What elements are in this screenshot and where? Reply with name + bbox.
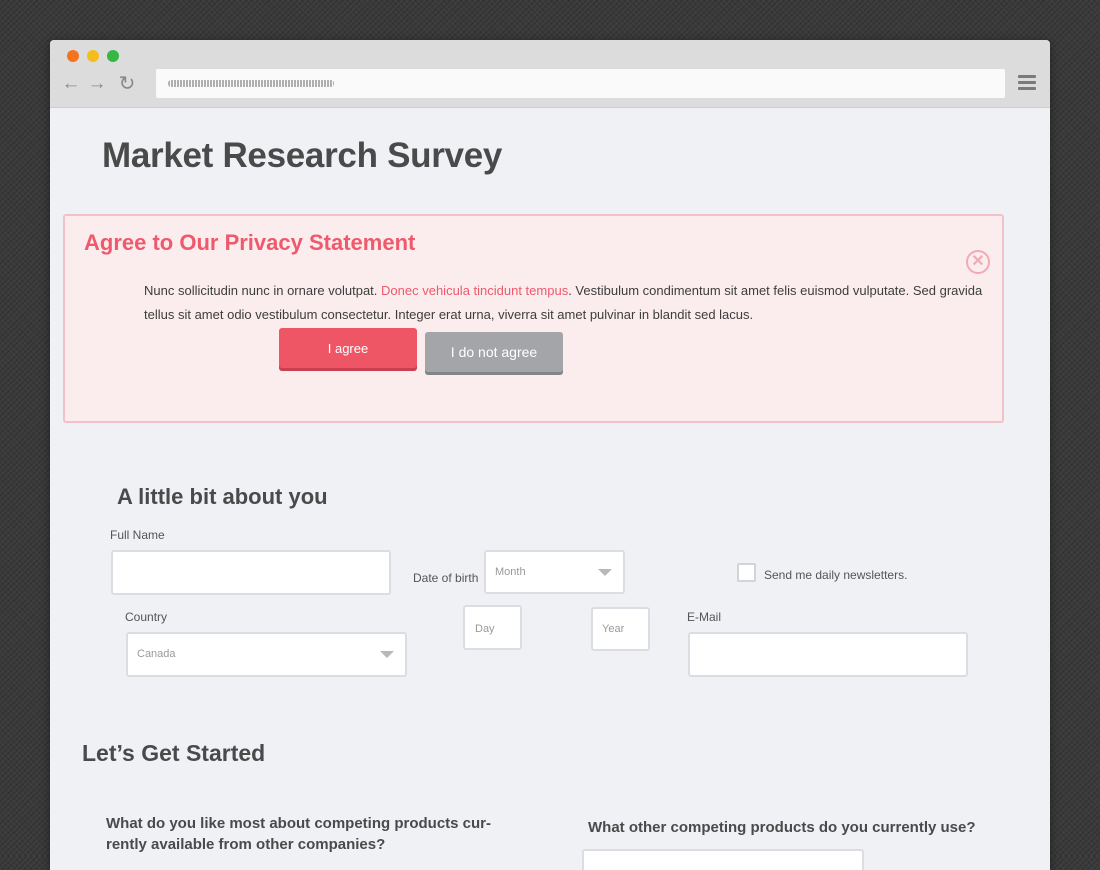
email-label: E-Mail <box>687 610 722 624</box>
alert-text-start: Nunc sollicitudin nunc in ornare volutpa… <box>144 283 382 298</box>
alert-link[interactable]: Donec vehicula tincidunt tempus <box>381 283 568 298</box>
page-title: Market Research Survey <box>102 136 503 175</box>
browser-window: ← → ↻ Market Research Survey Agree to Ou… <box>50 40 1050 870</box>
month-select[interactable]: Month <box>484 550 625 594</box>
month-value: Month <box>495 566 526 578</box>
page-content: Market Research Survey Agree to Our Priv… <box>50 108 1050 870</box>
browser-toolbar: ← → ↻ <box>50 40 1050 108</box>
chevron-down-icon <box>598 569 612 576</box>
day-input[interactable]: Day <box>463 605 522 650</box>
alert-title: Agree to Our Privacy Statement <box>84 230 416 255</box>
chevron-down-icon <box>380 651 394 658</box>
country-select[interactable]: Canada <box>126 632 407 677</box>
get-started-heading: Let’s Get Started <box>82 740 266 766</box>
other-products-input[interactable] <box>582 849 864 870</box>
back-arrow-icon[interactable]: ← <box>61 73 81 95</box>
newsletter-checkbox[interactable] <box>737 563 756 582</box>
question-competing-likes: What do you like most about competing pr… <box>106 815 492 853</box>
forward-arrow-icon[interactable]: → <box>87 73 107 95</box>
alert-body: Nunc sollicitudin nunc in ornare volutpa… <box>144 279 994 327</box>
full-name-label: Full Name <box>110 528 165 542</box>
dob-label: Date of birth <box>413 571 479 585</box>
reload-icon[interactable]: ↻ <box>117 73 137 95</box>
country-value: Canada <box>137 648 176 660</box>
close-circle-icon[interactable]: ✕ <box>966 250 990 274</box>
full-name-input[interactable] <box>111 550 391 595</box>
minimize-window-button[interactable] <box>87 50 99 62</box>
country-label: Country <box>125 610 168 624</box>
hamburger-menu-icon[interactable] <box>1018 75 1036 93</box>
maximize-window-button[interactable] <box>107 50 119 62</box>
email-input[interactable] <box>688 632 968 677</box>
address-bar[interactable] <box>156 69 1005 98</box>
privacy-alert: Agree to Our Privacy Statement ✕ Nunc so… <box>63 214 1004 423</box>
close-window-button[interactable] <box>67 50 79 62</box>
agree-button[interactable]: I agree <box>279 328 417 368</box>
newsletter-label: Send me daily newsletters. <box>764 568 908 582</box>
blurred-url <box>168 80 334 87</box>
question-other-products: What other competing products do you cur… <box>588 819 976 836</box>
disagree-button[interactable]: I do not agree <box>425 332 563 372</box>
about-heading: A little bit about you <box>117 484 328 509</box>
year-input[interactable]: Year <box>591 607 650 651</box>
